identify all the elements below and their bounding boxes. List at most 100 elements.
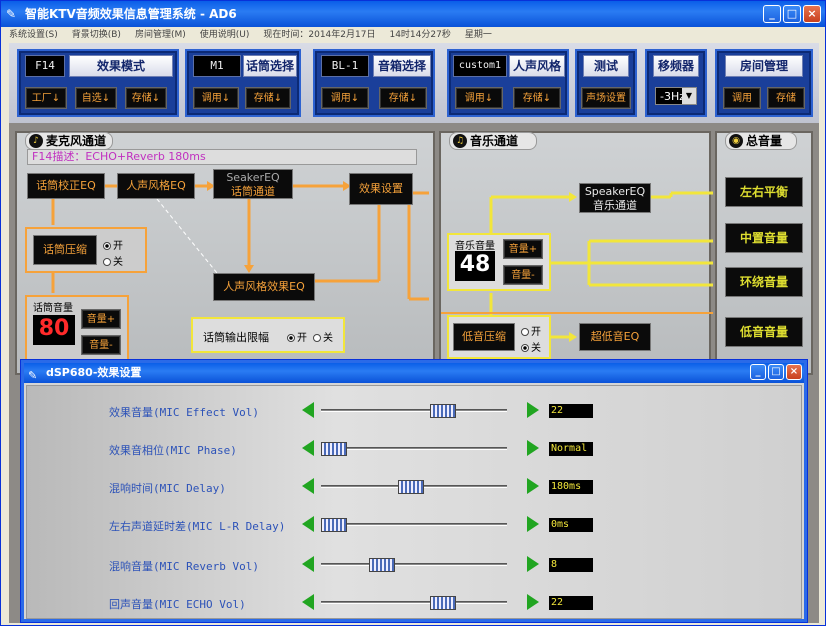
dialog-title-bar: ✎ dSP680-效果设置 _ □ ×: [24, 363, 804, 383]
slider-thumb[interactable]: [321, 518, 347, 532]
mic-volume-up-button[interactable]: 音量+: [81, 309, 121, 329]
radio-off-icon[interactable]: [313, 334, 321, 342]
mic-compress-off[interactable]: 关: [103, 253, 123, 268]
radio-on-icon[interactable]: [521, 344, 529, 352]
arrow-left-icon[interactable]: [302, 556, 314, 572]
menu-background[interactable]: 背景切换(B): [72, 27, 121, 43]
slider-label: 左右声道延时差(MIC L-R Delay): [109, 520, 286, 533]
seaker-eq-button[interactable]: SeakerEQ 话筒通道: [213, 169, 293, 199]
slider-thumb[interactable]: [321, 442, 347, 456]
voice-lcd: custom1: [453, 55, 507, 77]
arrow-left-icon[interactable]: [302, 440, 314, 456]
freq-shift-select[interactable]: -3Hz ▼: [655, 87, 697, 105]
dialog-minimize-button[interactable]: _: [750, 364, 766, 380]
effect-save-button[interactable]: 存储↓: [125, 87, 167, 109]
slider-track[interactable]: [321, 558, 507, 572]
surround-volume-button[interactable]: 环绕音量: [725, 267, 803, 297]
slider-track[interactable]: [321, 480, 507, 494]
chevron-down-icon[interactable]: ▼: [682, 88, 696, 104]
arrow-left-icon[interactable]: [302, 478, 314, 494]
master-volume-title: ◉ 总音量: [725, 132, 797, 150]
slider-value: 0ms: [549, 518, 593, 532]
slider-thumb[interactable]: [369, 558, 395, 572]
test-title[interactable]: 测试: [583, 55, 629, 77]
slider-label: 回声音量(MIC ECHO Vol): [109, 598, 246, 611]
center-volume-button[interactable]: 中置音量: [725, 223, 803, 253]
speaker-lcd: BL-1: [321, 55, 369, 77]
voice-load-button[interactable]: 调用↓: [455, 87, 503, 109]
effect-custom-button[interactable]: 自选↓: [75, 87, 117, 109]
bass-compress-off[interactable]: 关: [521, 339, 541, 354]
radio-on-icon[interactable]: [103, 242, 111, 250]
bass-compress-on[interactable]: 开: [521, 323, 541, 338]
slider-thumb[interactable]: [397, 480, 424, 494]
slider-thumb[interactable]: [429, 596, 456, 610]
mic-correct-eq-button[interactable]: 话筒校正EQ: [27, 173, 105, 199]
balance-button[interactable]: 左右平衡: [725, 177, 803, 207]
mic-limit-off[interactable]: 关: [313, 329, 333, 344]
dialog-close-button[interactable]: ×: [786, 364, 802, 380]
sound-field-button[interactable]: 声场设置: [581, 87, 631, 109]
effect-settings-button[interactable]: 效果设置: [349, 173, 413, 205]
arrow-right-icon[interactable]: [527, 440, 539, 456]
mic-limit-on[interactable]: 开: [287, 329, 307, 344]
minimize-button[interactable]: _: [763, 5, 781, 23]
arrow-right-icon[interactable]: [527, 478, 539, 494]
menu-system[interactable]: 系统设置(S): [9, 27, 58, 43]
effect-mode-title: 效果模式: [69, 55, 173, 77]
dialog-maximize-button[interactable]: □: [768, 364, 784, 380]
slider-track[interactable]: [321, 442, 507, 456]
mic-compress-on[interactable]: 开: [103, 237, 123, 252]
mic-volume-down-button[interactable]: 音量-: [81, 335, 121, 355]
slider-track[interactable]: [321, 596, 507, 610]
maximize-button[interactable]: □: [783, 5, 801, 23]
freq-shift-group: 移频器 -3Hz ▼: [645, 49, 707, 117]
voice-style-group: custom1 人声风格 调用↓ 存储↓: [447, 49, 569, 117]
slider-row-echo-vol: 回声音量(MIC ECHO Vol) 22: [27, 594, 803, 614]
mic-compress-button[interactable]: 话筒压缩: [33, 235, 97, 265]
radio-on-icon[interactable]: [287, 334, 295, 342]
slider-row-reverb-vol: 混响音量(MIC Reverb Vol) 8: [27, 556, 803, 576]
slider-track[interactable]: [321, 404, 507, 418]
close-button[interactable]: ×: [803, 5, 821, 23]
room-save-button[interactable]: 存储: [767, 87, 805, 109]
slider-label: 效果音相位(MIC Phase): [109, 444, 237, 457]
voice-effect-eq-button[interactable]: 人声风格效果EQ: [213, 273, 315, 301]
current-time: 14时14分27秒: [389, 30, 451, 40]
slider-label: 效果音量(MIC Effect Vol): [109, 406, 259, 419]
arrow-left-icon[interactable]: [302, 516, 314, 532]
music-volume-up-button[interactable]: 音量+: [503, 239, 543, 259]
slider-value: 180ms: [549, 480, 593, 494]
bass-compress-button[interactable]: 低音压缩: [453, 323, 515, 351]
voice-style-title: 人声风格: [509, 55, 565, 77]
speaker-select-group: BL-1 音箱选择 调用↓ 存储↓: [313, 49, 435, 117]
voice-style-eq-button[interactable]: 人声风格EQ: [117, 173, 195, 199]
radio-off-icon[interactable]: [103, 258, 111, 266]
music-speaker-eq-button[interactable]: SpeakerEQ 音乐通道: [579, 183, 651, 213]
main-window: ✎ 智能KTV音频效果信息管理系统 - AD6 _ □ × 系统设置(S) 背景…: [0, 0, 826, 626]
music-volume-down-button[interactable]: 音量-: [503, 265, 543, 285]
arrow-right-icon[interactable]: [527, 516, 539, 532]
voice-save-button[interactable]: 存储↓: [513, 87, 561, 109]
mic-lcd: M1: [193, 55, 241, 77]
slider-thumb[interactable]: [429, 404, 456, 418]
sub-bass-eq-button[interactable]: 超低音EQ: [579, 323, 651, 351]
arrow-right-icon[interactable]: [527, 594, 539, 610]
speaker-save-button[interactable]: 存储↓: [379, 87, 427, 109]
room-load-button[interactable]: 调用: [723, 87, 761, 109]
slider-track[interactable]: [321, 518, 507, 532]
effect-factory-button[interactable]: 工厂↓: [25, 87, 67, 109]
mic-save-button[interactable]: 存储↓: [245, 87, 291, 109]
radio-off-icon[interactable]: [521, 328, 529, 336]
bass-volume-button[interactable]: 低音音量: [725, 317, 803, 347]
arrow-right-icon[interactable]: [527, 556, 539, 572]
menu-room[interactable]: 房间管理(M): [135, 27, 186, 43]
arrow-left-icon[interactable]: [302, 402, 314, 418]
master-volume-panel: ◉ 总音量 左右平衡 中置音量 环绕音量 低音音量: [715, 131, 813, 375]
arrow-right-icon[interactable]: [527, 402, 539, 418]
speaker-load-button[interactable]: 调用↓: [321, 87, 369, 109]
mic-select-group: M1 话筒选择 调用↓ 存储↓: [185, 49, 301, 117]
mic-load-button[interactable]: 调用↓: [193, 87, 239, 109]
menu-help[interactable]: 使用说明(U): [200, 27, 250, 43]
arrow-left-icon[interactable]: [302, 594, 314, 610]
